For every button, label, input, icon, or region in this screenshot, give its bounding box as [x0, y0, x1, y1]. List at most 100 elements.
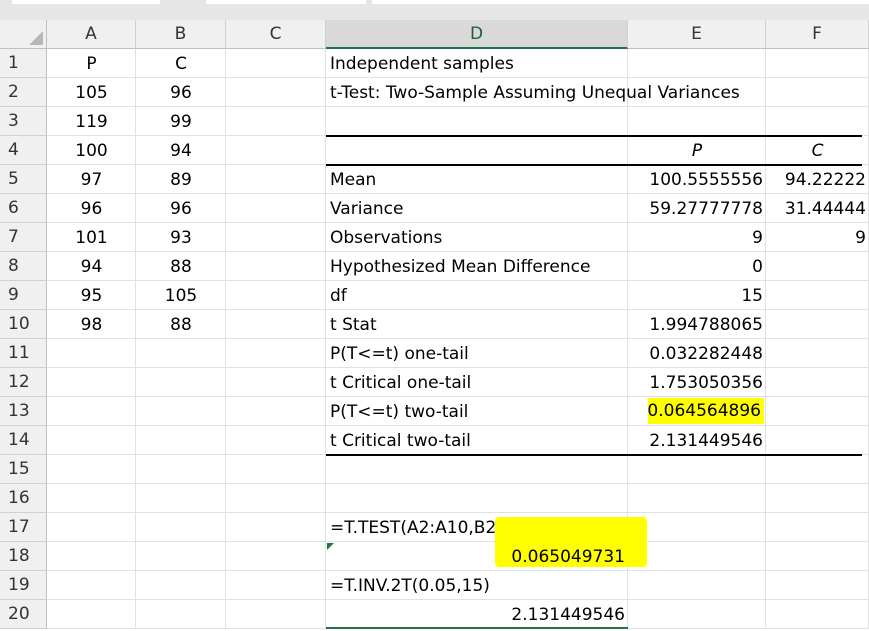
- cell-a5[interactable]: 97: [47, 165, 136, 194]
- cell[interactable]: [628, 542, 766, 571]
- cell-e6[interactable]: 59.27777778: [628, 194, 766, 223]
- cell-d8[interactable]: Hypothesized Mean Difference: [326, 252, 628, 281]
- cell[interactable]: [226, 223, 326, 252]
- row-header-11[interactable]: 11: [0, 339, 47, 368]
- cell-e5[interactable]: 100.5555556: [628, 165, 766, 194]
- cell[interactable]: [226, 136, 326, 165]
- cell-f7[interactable]: 9: [766, 223, 869, 252]
- cell-f6[interactable]: 31.44444: [766, 194, 869, 223]
- row-header-12[interactable]: 12: [0, 368, 47, 397]
- cell-b2[interactable]: 96: [136, 78, 226, 107]
- cell[interactable]: [226, 513, 326, 542]
- cell-d6[interactable]: Variance: [326, 194, 628, 223]
- cell[interactable]: [226, 397, 326, 426]
- cell[interactable]: [136, 455, 226, 484]
- cell-b3[interactable]: 99: [136, 107, 226, 136]
- row-header-9[interactable]: 9: [0, 281, 47, 310]
- cell[interactable]: [136, 571, 226, 600]
- cell[interactable]: [47, 339, 136, 368]
- cell[interactable]: [766, 368, 869, 397]
- cell[interactable]: [47, 426, 136, 455]
- cell[interactable]: [326, 455, 628, 484]
- cell-a7[interactable]: 101: [47, 223, 136, 252]
- cell-e14[interactable]: 2.131449546: [628, 426, 766, 455]
- row-header-7[interactable]: 7: [0, 223, 47, 252]
- cell[interactable]: [326, 136, 628, 165]
- cell-d11[interactable]: P(T<=t) one-tail: [326, 339, 628, 368]
- cell[interactable]: [226, 455, 326, 484]
- cell-e8[interactable]: 0: [628, 252, 766, 281]
- cell[interactable]: [226, 339, 326, 368]
- cell-a4[interactable]: 100: [47, 136, 136, 165]
- cell-a8[interactable]: 94: [47, 252, 136, 281]
- cell-b10[interactable]: 88: [136, 310, 226, 339]
- cell[interactable]: [226, 281, 326, 310]
- cell-e9[interactable]: 15: [628, 281, 766, 310]
- cell-d5[interactable]: Mean: [326, 165, 628, 194]
- sheet-tab-right[interactable]: [372, 0, 869, 4]
- select-all-corner[interactable]: [0, 20, 47, 49]
- spreadsheet-grid[interactable]: A B C D E F 1 2 3 4 5 6 7 8 9 10 11 12 13 14 15 16 17 18 19 20 P 10…: [0, 20, 869, 631]
- cell-b7[interactable]: 93: [136, 223, 226, 252]
- cell-d1[interactable]: Independent samples: [326, 49, 628, 78]
- row-header-13[interactable]: 13: [0, 397, 47, 426]
- column-header-e[interactable]: E: [628, 20, 766, 49]
- cell[interactable]: [47, 600, 136, 629]
- cell-d14[interactable]: t Critical two-tail: [326, 426, 628, 455]
- cell[interactable]: [226, 310, 326, 339]
- cell-a6[interactable]: 96: [47, 194, 136, 223]
- cell[interactable]: [326, 484, 628, 513]
- cell[interactable]: [628, 484, 766, 513]
- cell-d19[interactable]: =T.INV.2T(0.05,15): [326, 571, 628, 600]
- cell[interactable]: [226, 194, 326, 223]
- cell[interactable]: [136, 484, 226, 513]
- cell-d7[interactable]: Observations: [326, 223, 628, 252]
- cell-a2[interactable]: 105: [47, 78, 136, 107]
- row-header-16[interactable]: 16: [0, 484, 47, 513]
- cell[interactable]: [628, 107, 766, 136]
- cell[interactable]: [628, 455, 766, 484]
- cell-e7[interactable]: 9: [628, 223, 766, 252]
- row-header-3[interactable]: 3: [0, 107, 47, 136]
- cell-b1[interactable]: C: [136, 49, 226, 78]
- row-header-2[interactable]: 2: [0, 78, 47, 107]
- cell[interactable]: [628, 571, 766, 600]
- cell-b5[interactable]: 89: [136, 165, 226, 194]
- cell[interactable]: [326, 107, 628, 136]
- cell[interactable]: [47, 368, 136, 397]
- column-header-c[interactable]: C: [226, 20, 326, 49]
- row-header-4[interactable]: 4: [0, 136, 47, 165]
- cell-d12[interactable]: t Critical one-tail: [326, 368, 628, 397]
- error-indicator-icon[interactable]: [327, 543, 334, 550]
- row-header-15[interactable]: 15: [0, 455, 47, 484]
- cell-b8[interactable]: 88: [136, 252, 226, 281]
- cell-b6[interactable]: 96: [136, 194, 226, 223]
- cell[interactable]: [766, 107, 869, 136]
- cell[interactable]: [226, 600, 326, 629]
- column-header-a[interactable]: A: [47, 20, 136, 49]
- cell-e10[interactable]: 1.994788065: [628, 310, 766, 339]
- cell[interactable]: [136, 600, 226, 629]
- cell-f5[interactable]: 94.22222: [766, 165, 869, 194]
- sheet-tab-left[interactable]: [12, 0, 160, 4]
- cell[interactable]: [628, 49, 766, 78]
- cell[interactable]: [226, 542, 326, 571]
- cell[interactable]: [226, 107, 326, 136]
- cell-a1[interactable]: P: [47, 49, 136, 78]
- cell[interactable]: [47, 455, 136, 484]
- sheet-tab-middle[interactable]: [206, 0, 366, 4]
- row-header-1[interactable]: 1: [0, 49, 47, 78]
- cell[interactable]: [136, 397, 226, 426]
- cell[interactable]: [226, 571, 326, 600]
- cell[interactable]: [226, 78, 326, 107]
- cell[interactable]: [766, 600, 869, 629]
- row-header-19[interactable]: 19: [0, 571, 47, 600]
- cell-a10[interactable]: 98: [47, 310, 136, 339]
- cell-e13[interactable]: 0.064564896: [647, 398, 764, 424]
- cell[interactable]: [766, 484, 869, 513]
- cell-d18[interactable]: 0.065049731: [326, 542, 628, 571]
- cell[interactable]: [766, 571, 869, 600]
- cell-d20[interactable]: 2.131449546: [326, 600, 628, 629]
- row-header-8[interactable]: 8: [0, 252, 47, 281]
- cell-d10[interactable]: t Stat: [326, 310, 628, 339]
